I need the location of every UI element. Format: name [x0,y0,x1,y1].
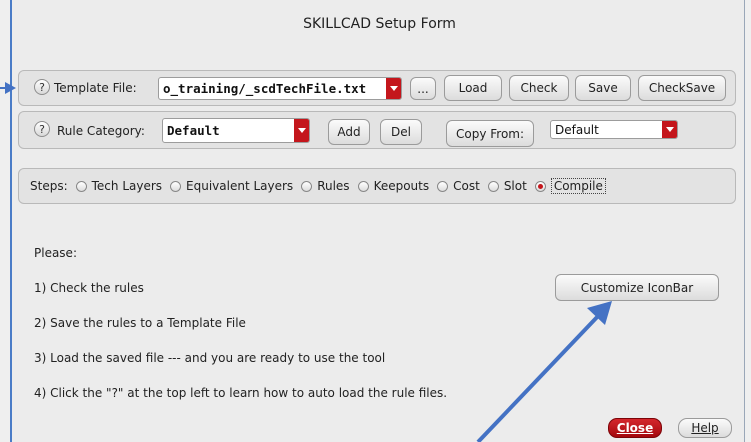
arrowhead-left-icon [5,82,16,94]
annotation-arrows [0,82,612,442]
arrow-to-customize [476,312,602,442]
